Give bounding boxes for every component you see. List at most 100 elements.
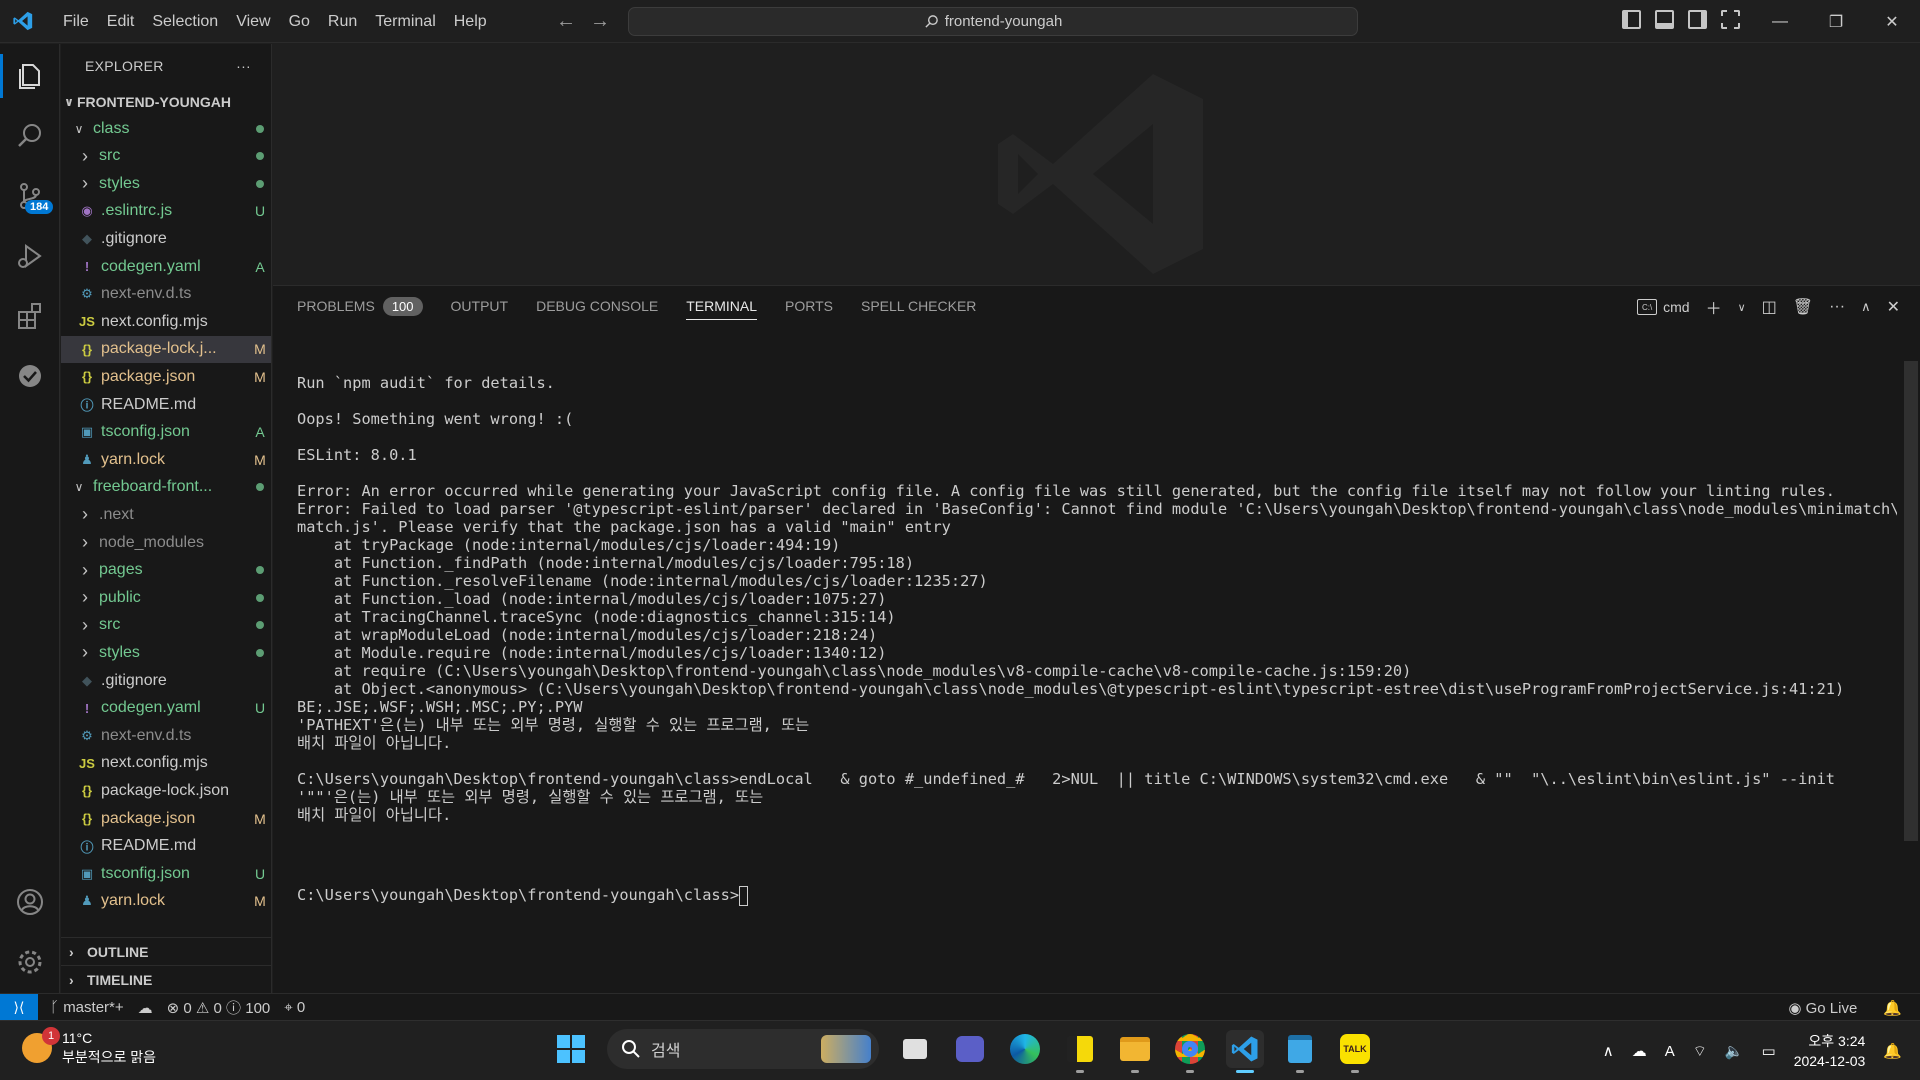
tree-file[interactable]: ! codegen.yaml U bbox=[61, 695, 271, 722]
chevron-up-icon[interactable]: ∧ bbox=[1603, 1042, 1614, 1060]
onedrive-icon[interactable]: ☁ bbox=[1632, 1042, 1647, 1060]
sync-icon[interactable]: ☁ bbox=[138, 999, 153, 1017]
file-explorer-icon[interactable] bbox=[1116, 1030, 1154, 1073]
more-actions-icon[interactable]: ··· bbox=[1829, 298, 1845, 316]
tree-file[interactable]: ▣ tsconfig.json U bbox=[61, 860, 271, 887]
tree-file[interactable]: ◉ .eslintrc.js U bbox=[61, 198, 271, 225]
close-icon[interactable]: ✕ bbox=[1864, 0, 1920, 43]
bell-icon[interactable]: 🔔 bbox=[1883, 999, 1902, 1017]
terminal-shell-selector[interactable]: C:\ cmd bbox=[1637, 299, 1690, 315]
tree-folder[interactable]: › src bbox=[61, 612, 271, 639]
restore-icon[interactable]: ❐ bbox=[1808, 0, 1864, 43]
menu-run[interactable]: Run bbox=[319, 13, 366, 31]
tree-file[interactable]: ◆ .gitignore bbox=[61, 225, 271, 252]
terminal-prompt-line[interactable]: C:\Users\youngah\Desktop\frontend-younga… bbox=[297, 884, 1897, 906]
chrome-icon[interactable] bbox=[1171, 1030, 1209, 1073]
tree-file[interactable]: {} package-lock.json bbox=[61, 777, 271, 804]
sticky-notes-icon[interactable] bbox=[1061, 1030, 1099, 1073]
chevron-down-icon[interactable]: ∨ bbox=[1738, 301, 1746, 314]
tree-file[interactable]: ♟ yarn.lock M bbox=[61, 888, 271, 915]
ime-indicator[interactable]: A bbox=[1665, 1043, 1675, 1060]
minimize-icon[interactable]: — bbox=[1752, 0, 1808, 43]
toggle-secondary-sidebar-icon[interactable] bbox=[1688, 10, 1707, 29]
tree-file[interactable]: ⓘ README.md bbox=[61, 833, 271, 860]
tab-debug-console[interactable]: DEBUG CONSOLE bbox=[536, 286, 658, 326]
clock[interactable]: 오후 3:24 2024-12-03 bbox=[1794, 1031, 1866, 1071]
tree-folder[interactable]: ∨ class bbox=[61, 115, 271, 142]
remote-indicator[interactable]: ⟩⟨ bbox=[0, 994, 38, 1021]
tab-spell-checker[interactable]: SPELL CHECKER bbox=[861, 286, 976, 326]
ports-indicator[interactable]: ⌖ 0 bbox=[284, 999, 305, 1016]
toggle-primary-sidebar-icon[interactable] bbox=[1622, 10, 1641, 29]
edge-icon[interactable] bbox=[1006, 1030, 1044, 1068]
weather-widget[interactable]: 1 11°C 부분적으로 맑음 bbox=[22, 1027, 156, 1067]
tree-folder[interactable]: › styles bbox=[61, 639, 271, 666]
toggle-panel-icon[interactable] bbox=[1655, 10, 1674, 29]
tab-problems[interactable]: PROBLEMS 100 bbox=[297, 286, 423, 326]
start-button[interactable] bbox=[552, 1030, 590, 1068]
vscode-taskbar-icon[interactable] bbox=[1226, 1030, 1264, 1073]
terminal-scrollbar[interactable] bbox=[1904, 361, 1918, 841]
tree-file[interactable]: ◆ .gitignore bbox=[61, 667, 271, 694]
back-arrow-icon[interactable]: ← bbox=[556, 10, 576, 33]
command-center[interactable]: frontend-youngah bbox=[628, 7, 1358, 36]
trash-icon[interactable]: 🗑 bbox=[1793, 297, 1813, 317]
forward-arrow-icon[interactable]: → bbox=[590, 10, 610, 33]
menu-help[interactable]: Help bbox=[445, 13, 496, 31]
menu-terminal[interactable]: Terminal bbox=[366, 13, 444, 31]
menu-go[interactable]: Go bbox=[280, 13, 319, 31]
tab-ports[interactable]: PORTS bbox=[785, 286, 833, 326]
tree-folder[interactable]: › pages bbox=[61, 557, 271, 584]
tree-folder[interactable]: › styles bbox=[61, 170, 271, 197]
close-panel-icon[interactable]: ✕ bbox=[1887, 297, 1900, 317]
tree-folder[interactable]: › public bbox=[61, 584, 271, 611]
tree-file[interactable]: ⚙ next-env.d.ts bbox=[61, 722, 271, 749]
extensions-activity[interactable] bbox=[0, 288, 60, 344]
tree-file[interactable]: ▣ tsconfig.json A bbox=[61, 419, 271, 446]
run-debug-activity[interactable] bbox=[0, 228, 60, 284]
tree-file[interactable]: ⓘ README.md bbox=[61, 391, 271, 418]
tab-terminal[interactable]: TERMINAL bbox=[686, 286, 757, 326]
teams-icon[interactable] bbox=[951, 1030, 989, 1068]
go-live-button[interactable]: ◉ Go Live bbox=[1788, 999, 1857, 1017]
tree-file[interactable]: {} package-lock.j... M bbox=[61, 335, 271, 363]
tree-file[interactable]: ! codegen.yaml A bbox=[61, 253, 271, 280]
battery-icon[interactable]: ▭ bbox=[1762, 1042, 1776, 1060]
more-actions-icon[interactable]: ··· bbox=[236, 58, 251, 74]
tree-file[interactable]: {} package.json M bbox=[61, 805, 271, 832]
tree-folder[interactable]: ∨ freeboard-front... bbox=[61, 474, 271, 501]
problems-indicator[interactable]: ⊗ 0 ⚠ 0 ⓘ 100 bbox=[167, 997, 271, 1018]
wifi-icon[interactable]: ⌔ bbox=[1693, 1042, 1707, 1061]
accounts-activity[interactable] bbox=[0, 874, 60, 930]
testing-activity[interactable] bbox=[0, 348, 60, 404]
tab-output[interactable]: OUTPUT bbox=[451, 286, 509, 326]
tree-file[interactable]: JS next.config.mjs bbox=[61, 750, 271, 777]
menu-selection[interactable]: Selection bbox=[143, 13, 227, 31]
kakaotalk-icon[interactable]: TALK bbox=[1336, 1030, 1374, 1073]
tree-file[interactable]: {} package.json M bbox=[61, 363, 271, 390]
task-view-icon[interactable] bbox=[896, 1030, 934, 1068]
notepad-icon[interactable] bbox=[1281, 1030, 1319, 1073]
timeline-section[interactable]: › TIMELINE bbox=[61, 965, 271, 993]
menu-view[interactable]: View bbox=[227, 13, 279, 31]
maximize-panel-icon[interactable]: ∧ bbox=[1861, 299, 1871, 315]
search-activity[interactable] bbox=[0, 108, 60, 164]
branch-indicator[interactable]: ᚴ master*+ bbox=[50, 999, 124, 1016]
tree-folder[interactable]: › node_modules bbox=[61, 529, 271, 556]
notification-bell-icon[interactable]: 🔔 bbox=[1883, 1042, 1902, 1060]
manage-activity[interactable] bbox=[0, 934, 60, 990]
explorer-activity[interactable] bbox=[0, 48, 60, 104]
new-terminal-icon[interactable]: ＋ bbox=[1706, 295, 1722, 319]
customize-layout-icon[interactable] bbox=[1721, 10, 1740, 29]
tree-folder[interactable]: › src bbox=[61, 143, 271, 170]
tree-file[interactable]: JS next.config.mjs bbox=[61, 308, 271, 335]
tree-folder[interactable]: › .next bbox=[61, 501, 271, 528]
tree-file[interactable]: ♟ yarn.lock M bbox=[61, 446, 271, 473]
volume-icon[interactable]: 🔈 bbox=[1725, 1042, 1744, 1060]
source-control-activity[interactable]: 184 bbox=[0, 168, 60, 224]
taskbar-search[interactable]: 검색 bbox=[607, 1029, 879, 1069]
outline-section[interactable]: › OUTLINE bbox=[61, 937, 271, 965]
workspace-root[interactable]: ∨ FRONTEND-YOUNGAH bbox=[61, 88, 271, 115]
menu-file[interactable]: File bbox=[54, 13, 98, 31]
split-terminal-icon[interactable]: ◫ bbox=[1762, 297, 1777, 317]
